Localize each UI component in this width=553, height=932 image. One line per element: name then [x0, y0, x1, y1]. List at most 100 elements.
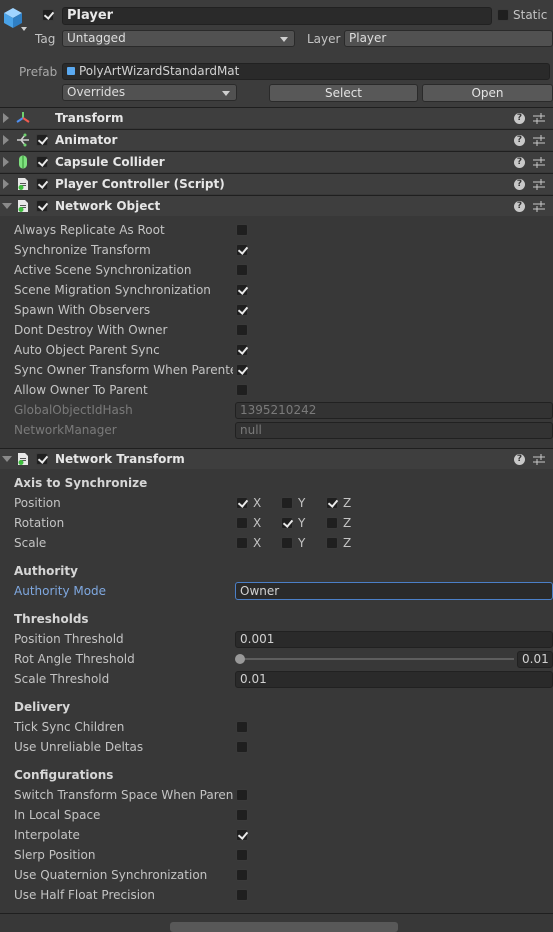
scale-y-checkbox[interactable]: [281, 537, 293, 549]
animator-icon: [17, 133, 29, 147]
rot-angle-slider-track[interactable]: [240, 658, 514, 660]
help-icon[interactable]: ?: [514, 454, 525, 465]
presets-icon[interactable]: [533, 201, 545, 212]
rotation-z-checkbox[interactable]: [326, 517, 338, 529]
interpolate-checkbox[interactable]: [236, 829, 248, 841]
always-replicate-checkbox[interactable]: [236, 224, 248, 236]
object-name-field[interactable]: Player: [62, 7, 492, 25]
slerp-position-checkbox[interactable]: [236, 849, 248, 861]
component-title: Capsule Collider: [55, 155, 165, 169]
spawn-with-observers-checkbox[interactable]: [236, 304, 248, 316]
in-local-space-label: In Local Space: [14, 808, 101, 822]
help-icon[interactable]: ?: [514, 201, 525, 212]
component-title: Player Controller (Script): [55, 177, 225, 191]
use-unreliable-deltas-label: Use Unreliable Deltas: [14, 740, 144, 754]
prefab-open-button[interactable]: Open: [422, 84, 553, 102]
switch-transform-space-checkbox[interactable]: [236, 789, 248, 801]
scale-x-checkbox[interactable]: [236, 537, 248, 549]
prefab-field[interactable]: PolyArtWizardStandardMat: [62, 63, 550, 80]
scale-threshold-field[interactable]: 0.01: [235, 671, 553, 688]
axis-to-synchronize-header: Axis to Synchronize: [14, 476, 148, 490]
presets-icon[interactable]: [533, 157, 545, 168]
prefab-label: Prefab: [19, 65, 58, 79]
axis-y-label: Y: [298, 516, 306, 530]
in-local-space-checkbox[interactable]: [236, 809, 248, 821]
use-quaternion-sync-checkbox[interactable]: [236, 869, 248, 881]
position-y-checkbox[interactable]: [281, 497, 293, 509]
always-replicate-label: Always Replicate As Root: [14, 223, 165, 237]
axis-z-label: Z: [343, 516, 352, 530]
presets-icon[interactable]: [533, 113, 545, 124]
foldout-arrow-icon[interactable]: [3, 113, 9, 123]
foldout-arrow-icon[interactable]: [3, 157, 9, 167]
presets-icon[interactable]: [533, 179, 545, 190]
synchronize-transform-checkbox[interactable]: [236, 244, 248, 256]
rot-angle-threshold-field[interactable]: 0.01: [517, 651, 553, 668]
component-transform[interactable]: Transform ?: [0, 107, 553, 128]
authority-header: Authority: [14, 564, 78, 578]
overrides-dropdown[interactable]: Overrides: [62, 84, 237, 101]
dont-destroy-with-owner-checkbox[interactable]: [236, 324, 248, 336]
axis-y-label: Y: [298, 496, 306, 510]
presets-icon[interactable]: [533, 135, 545, 146]
component-network-transform[interactable]: Network Transform ?: [0, 448, 553, 469]
scene-migration-sync-checkbox[interactable]: [236, 284, 248, 296]
layer-dropdown[interactable]: Player: [344, 30, 553, 47]
component-enabled-toggle[interactable]: [36, 156, 48, 168]
foldout-arrow-icon[interactable]: [2, 203, 12, 209]
global-object-id-hash-field: 1395210242: [235, 402, 553, 419]
component-enabled-toggle[interactable]: [36, 200, 48, 212]
axis-z-label: Z: [343, 536, 352, 550]
help-icon[interactable]: ?: [514, 135, 525, 146]
presets-icon[interactable]: [533, 454, 545, 465]
rotation-y-checkbox[interactable]: [281, 517, 293, 529]
component-network-object[interactable]: Network Object ?: [0, 195, 553, 216]
authority-mode-dropdown[interactable]: Owner: [235, 582, 553, 600]
prefab-select-button[interactable]: Select: [269, 84, 418, 102]
help-icon[interactable]: ?: [514, 179, 525, 190]
dont-destroy-with-owner-label: Dont Destroy With Owner: [14, 323, 168, 337]
layer-value: Player: [349, 31, 387, 45]
position-axis-label: Position: [14, 496, 61, 510]
component-animator[interactable]: Animator ?: [0, 129, 553, 150]
sync-owner-transform-checkbox[interactable]: [236, 364, 248, 376]
help-icon[interactable]: ?: [514, 113, 525, 124]
allow-owner-to-parent-checkbox[interactable]: [236, 384, 248, 396]
component-enabled-toggle[interactable]: [36, 178, 48, 190]
tick-sync-children-checkbox[interactable]: [236, 721, 248, 733]
chevron-down-icon: [280, 37, 288, 42]
position-z-checkbox[interactable]: [326, 497, 338, 509]
component-enabled-toggle[interactable]: [36, 453, 48, 465]
auto-object-parent-sync-checkbox[interactable]: [236, 344, 248, 356]
use-unreliable-deltas-checkbox[interactable]: [236, 741, 248, 753]
axis-y-label: Y: [298, 536, 306, 550]
component-title: Network Object: [55, 199, 161, 213]
tag-dropdown[interactable]: Untagged: [62, 30, 295, 47]
component-player-controller[interactable]: Player Controller (Script) ?: [0, 173, 553, 194]
position-x-checkbox[interactable]: [236, 497, 248, 509]
add-component-button[interactable]: [170, 922, 398, 932]
foldout-arrow-icon[interactable]: [2, 456, 12, 462]
rot-angle-slider-handle[interactable]: [235, 654, 245, 664]
component-enabled-toggle[interactable]: [36, 134, 48, 146]
axis-x-label: X: [253, 536, 262, 550]
rotation-x-checkbox[interactable]: [236, 517, 248, 529]
sync-owner-transform-label: Sync Owner Transform When Parented: [14, 363, 233, 377]
component-capsule-collider[interactable]: Capsule Collider ?: [0, 151, 553, 172]
script-icon: [18, 178, 28, 190]
active-toggle[interactable]: [42, 9, 54, 21]
help-icon[interactable]: ?: [514, 157, 525, 168]
foldout-arrow-icon[interactable]: [3, 179, 9, 189]
icon-dropdown-arrow[interactable]: [21, 27, 27, 31]
active-scene-sync-checkbox[interactable]: [236, 264, 248, 276]
synchronize-transform-label: Synchronize Transform: [14, 243, 151, 257]
global-object-id-hash-label: GlobalObjectIdHash: [14, 403, 133, 417]
foldout-arrow-icon[interactable]: [3, 135, 9, 145]
scale-z-checkbox[interactable]: [326, 537, 338, 549]
slerp-position-label: Slerp Position: [14, 848, 96, 862]
static-toggle[interactable]: [497, 9, 509, 21]
component-title: Animator: [55, 133, 118, 147]
network-manager-field: null: [235, 422, 553, 439]
use-half-float-precision-checkbox[interactable]: [236, 889, 248, 901]
position-threshold-field[interactable]: 0.001: [235, 631, 553, 648]
